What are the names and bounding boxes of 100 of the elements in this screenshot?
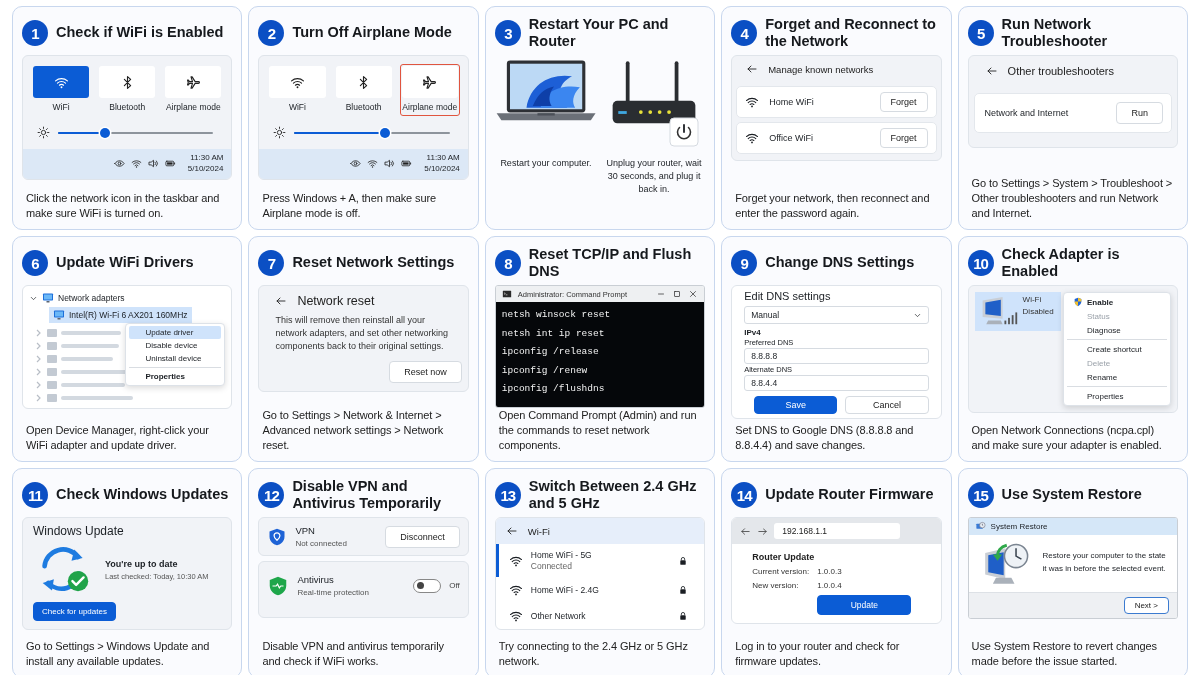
button[interactable]: Forget: [879, 92, 928, 112]
version-label: Current version:: [752, 567, 811, 576]
setting-name: Antivirus: [297, 574, 335, 585]
network-item[interactable]: Home WiFi - 5G Connected: [495, 544, 705, 577]
step-caption: Go to Settings > Network & Internet > Advanced network settings > Network reset.: [261, 408, 445, 453]
step-title: Check if WiFi is Enabled: [56, 24, 224, 42]
step-title: Restart Your PC and Router: [528, 15, 670, 51]
step-title: Turn Off Airplane Mode: [292, 24, 452, 42]
tree-item[interactable]: Intel(R) Wi-Fi 6 AX201 160MHz: [49, 307, 192, 323]
brightness-icon: [37, 126, 50, 139]
network-item[interactable]: Home WiFi - 2.4G: [495, 577, 705, 603]
network-name: Home WiFi - 2.4G: [530, 585, 600, 595]
button[interactable]: Update: [817, 595, 912, 615]
step-caption: Restart your computer.: [500, 157, 592, 170]
back-arrow-icon: [275, 295, 288, 307]
menu-item[interactable]: Disable device: [129, 339, 222, 352]
step-caption: Disable VPN and antivirus temporarily and check if WiFi works.: [261, 639, 445, 669]
tree-label: Network adapters: [58, 293, 125, 303]
menu-item[interactable]: Properties: [1067, 386, 1167, 403]
back-arrow-icon: [746, 63, 759, 75]
menu-item[interactable]: Diagnose: [1067, 323, 1167, 337]
step-number: 10: [967, 250, 994, 276]
button[interactable]: Check for updates: [33, 602, 116, 621]
shield-icon: [267, 526, 288, 547]
panel-heading: Other troubleshooters: [1007, 65, 1114, 77]
lock-icon: [678, 611, 689, 621]
button[interactable]: Disconnect: [385, 525, 460, 548]
step-caption: Go to Settings > Windows Update and install any available updates.: [25, 639, 211, 669]
adapter-item[interactable]: Wi-Fi Disabled: [974, 292, 1061, 331]
wifi-icon: [508, 583, 523, 597]
step-title: Disable VPN and Antivirus Temporarily: [292, 477, 443, 513]
wifi-icon: [745, 95, 760, 109]
monitor-icon: [53, 309, 65, 321]
step-number: 11: [22, 482, 48, 508]
step-caption: Press Windows + A, then make sure Airplane mode is off.: [261, 191, 438, 221]
step-title: Update Router Firmware: [765, 486, 934, 504]
lock-icon: [678, 555, 689, 566]
step-caption: Use System Restore to revert changes made before the issue started.: [970, 639, 1158, 669]
back-arrow-icon: [505, 525, 518, 537]
input-field[interactable]: 8.8.4.4: [744, 375, 929, 391]
menu-item[interactable]: Uninstall device: [129, 352, 222, 365]
terminal-icon: [501, 289, 512, 299]
command-line: netsh winsock reset: [501, 308, 612, 322]
button[interactable]: Next >: [1123, 597, 1169, 614]
button[interactable]: Cancel: [845, 396, 929, 414]
clock-time: 11:30 AM: [426, 153, 460, 164]
menu-item[interactable]: Properties: [129, 367, 222, 383]
setting-status: Real-time protection: [297, 588, 370, 597]
clock-date: 5/10/2024: [424, 163, 460, 175]
step-number: 12: [258, 482, 285, 508]
step-title: Update WiFi Drivers: [56, 254, 194, 272]
step-title: Reset Network Settings: [292, 254, 455, 272]
step-number: 2: [258, 20, 285, 46]
command-line: ipconfig /flushdns: [501, 382, 606, 396]
button[interactable]: Forget: [879, 128, 928, 148]
speaker-icon: [147, 158, 159, 170]
step-caption: Go to Settings > System > Troubleshoot > Other troubleshooters and run Network and Internet.: [970, 176, 1174, 221]
quick-setting-tile[interactable]: Airplane mode: [399, 64, 460, 116]
toggle-switch[interactable]: [413, 578, 442, 593]
update-status: You're up to date: [105, 559, 179, 569]
step-number: 13: [494, 482, 521, 508]
step-caption: Try connecting to the 2.4 GHz or 5 GHz network.: [497, 639, 689, 669]
network-item[interactable]: Other Network: [495, 603, 705, 629]
step-caption: Unplug your router, wait 30 seconds, and plug it back in.: [605, 157, 703, 197]
command-line: ipconfig /release: [501, 345, 600, 359]
brightness-icon: [273, 126, 287, 139]
menu-item[interactable]: Rename: [1067, 370, 1167, 384]
slider-thumb[interactable]: [99, 127, 110, 138]
setting-name: VPN: [295, 525, 316, 536]
panel-heading: Wi-Fi: [527, 525, 550, 537]
adapter-name: Wi-Fi: [1022, 295, 1043, 304]
description-text: This will remove then reinstall all your network adapters, and set other networking components back to their original settings.: [275, 314, 449, 354]
step-caption: Click the network icon in the taskbar and make sure WiFi is turned on.: [25, 191, 221, 221]
connection-status: Connected: [530, 561, 573, 571]
step-title: Reset TCP/IP and Flush DNS: [528, 245, 693, 281]
step-caption: Forget your network, then reconnect and enter the password again.: [734, 191, 931, 221]
step-number: 3: [494, 20, 521, 46]
adapter-status: Disabled: [1022, 307, 1054, 316]
slider-thumb[interactable]: [379, 127, 390, 138]
address-bar[interactable]: 192.168.1.1: [774, 523, 901, 539]
forward-arrow-icon: [757, 525, 769, 537]
step-number: 7: [258, 250, 285, 276]
button[interactable]: Run: [1116, 102, 1163, 124]
step-title: Change DNS Settings: [765, 254, 915, 272]
step-title: Use System Restore: [1001, 486, 1142, 504]
input-field[interactable]: 8.8.8.8: [744, 348, 929, 364]
dropdown[interactable]: Manual: [744, 306, 929, 324]
button[interactable]: Reset now: [389, 361, 462, 384]
airplane-icon: [185, 74, 201, 90]
monitor-icon: [42, 292, 54, 304]
eye-icon: [350, 158, 362, 170]
step-title: Switch Between 2.4 GHz and 5 GHz: [528, 477, 698, 513]
step-title: Check Windows Updates: [56, 486, 229, 504]
menu-item[interactable]: Create shortcut: [1067, 339, 1167, 356]
button[interactable]: Save: [754, 396, 838, 414]
back-arrow-icon: [740, 525, 752, 537]
menu-item[interactable]: Enable: [1067, 295, 1167, 309]
wifi-icon: [367, 158, 379, 170]
lock-icon: [678, 585, 689, 595]
menu-item[interactable]: Update driver: [129, 326, 222, 339]
